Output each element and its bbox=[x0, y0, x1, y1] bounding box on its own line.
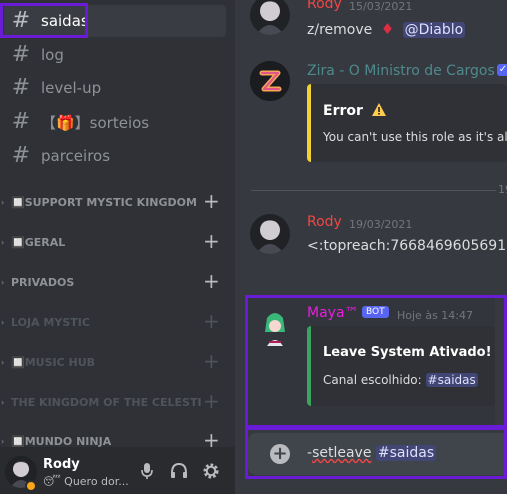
message-author[interactable]: Maya™ bbox=[307, 305, 359, 321]
add-channel-icon[interactable]: + bbox=[203, 231, 220, 251]
category-name: PRIVADOS bbox=[11, 275, 75, 289]
hash-icon: # bbox=[11, 143, 31, 168]
category-name: SUPPORT MYSTIC KINGDOM bbox=[24, 195, 197, 209]
add-channel-icon[interactable]: + bbox=[203, 271, 220, 291]
category-celestial[interactable]: › THE KINGDOM OF THE CELESTIAL... + bbox=[0, 391, 235, 412]
channel-name: 【🎁】sorteios bbox=[41, 113, 150, 132]
category-music-hub[interactable]: › 🔲MUSIC HUB + bbox=[0, 351, 235, 372]
channel-saidas[interactable]: # saidas bbox=[4, 5, 226, 37]
channel-mention[interactable]: #saidas bbox=[375, 445, 437, 461]
message-composer[interactable]: + -setleave #saidas bbox=[248, 433, 507, 475]
add-channel-icon[interactable]: + bbox=[203, 191, 220, 211]
chevron-right-icon: › bbox=[1, 397, 5, 407]
chevron-right-icon: › bbox=[1, 436, 5, 446]
chevron-right-icon: › bbox=[1, 237, 5, 247]
channel-sorteios[interactable]: # 【🎁】sorteios bbox=[4, 106, 226, 138]
chevron-right-icon: › bbox=[1, 317, 5, 327]
channel-level-up[interactable]: # level-up bbox=[4, 72, 226, 104]
chat-area: Rody 15/03/2021 z/remove ♦ @Diablo Zira … bbox=[235, 0, 507, 494]
channel-sidebar: # saidas # log # level-up # 【🎁】sorteios … bbox=[0, 0, 235, 494]
channel-name: saidas bbox=[41, 12, 89, 30]
error-embed: Error You can't use this role as it's al… bbox=[307, 84, 507, 162]
command-text: setleave bbox=[312, 445, 372, 461]
microphone-icon[interactable] bbox=[140, 462, 154, 480]
username: Rody bbox=[43, 457, 80, 472]
message-author[interactable]: Rody bbox=[307, 214, 342, 230]
message-author[interactable]: Rody bbox=[307, 0, 342, 12]
gear-icon[interactable] bbox=[202, 462, 220, 480]
custom-status: 😴 Quero dor... bbox=[43, 475, 129, 488]
hash-icon: # bbox=[11, 8, 31, 33]
hash-icon: # bbox=[11, 75, 31, 100]
embed-title: Error bbox=[323, 102, 387, 119]
chevron-right-icon: › bbox=[1, 357, 5, 367]
user-mention[interactable]: @Diablo bbox=[402, 22, 466, 38]
chevron-right-icon: › bbox=[1, 277, 5, 287]
sleep-emoji: 😴 bbox=[43, 475, 61, 488]
user-panel: Rody 😴 Quero dor... bbox=[0, 447, 235, 494]
add-channel-icon[interactable]: + bbox=[203, 391, 220, 411]
message-content: z/remove ♦ @Diablo bbox=[307, 20, 466, 38]
message-content: <:topreach:76684696056915 bbox=[307, 238, 507, 254]
channel-name: log bbox=[41, 46, 64, 64]
status-dot bbox=[25, 480, 37, 492]
category-name: LOJA MYSTIC bbox=[11, 315, 90, 329]
message-timestamp: Hoje às 14:47 bbox=[397, 309, 473, 322]
message-author[interactable]: Zira - O Ministro de Cargos bbox=[307, 63, 495, 79]
category-name: MUNDO NINJA bbox=[24, 434, 112, 448]
embed-description: You can't use this role as it's alre bbox=[323, 130, 507, 144]
avatar[interactable] bbox=[255, 308, 295, 348]
category-name: GERAL bbox=[24, 235, 66, 249]
hash-icon: # bbox=[11, 109, 31, 134]
attach-plus-icon[interactable]: + bbox=[270, 444, 290, 464]
channel-parceiros[interactable]: # parceiros bbox=[4, 140, 226, 172]
embed-color-bar bbox=[307, 84, 311, 162]
channel-log[interactable]: # log bbox=[4, 39, 226, 71]
headphones-icon[interactable] bbox=[170, 462, 188, 480]
avatar[interactable] bbox=[250, 61, 290, 101]
category-loja-mystic[interactable]: › LOJA MYSTIC + bbox=[0, 311, 235, 332]
warning-icon bbox=[371, 103, 386, 116]
avatar[interactable] bbox=[250, 214, 290, 254]
channel-name: level-up bbox=[41, 79, 102, 97]
channel-name: parceiros bbox=[41, 147, 111, 165]
add-channel-icon[interactable]: + bbox=[203, 351, 220, 371]
verified-check-icon: ✓ bbox=[497, 64, 507, 76]
date-divider bbox=[251, 190, 496, 191]
embed-title: Leave System Ativado! bbox=[323, 345, 492, 360]
category-privados[interactable]: › PRIVADOS + bbox=[0, 271, 235, 292]
message-timestamp: 15/03/2021 bbox=[349, 0, 413, 13]
red-diamond-icon: ♦ bbox=[380, 20, 395, 38]
add-channel-icon[interactable]: + bbox=[203, 311, 220, 331]
embed-description: Canal escolhido: #saidas bbox=[323, 373, 478, 387]
message-timestamp: 19/03/2021 bbox=[349, 218, 413, 231]
success-embed: Leave System Ativado! Canal escolhido: #… bbox=[307, 326, 495, 406]
bot-badge: BOT bbox=[362, 306, 389, 318]
date-divider-label: 19 bbox=[498, 183, 507, 196]
category-support[interactable]: › 🔲SUPPORT MYSTIC KINGDOM + bbox=[0, 191, 235, 212]
category-name: MUSIC HUB bbox=[24, 355, 96, 369]
composer-text[interactable]: -setleave #saidas bbox=[307, 445, 437, 461]
avatar[interactable] bbox=[250, 0, 290, 35]
hash-icon: # bbox=[11, 42, 31, 67]
channel-mention[interactable]: #saidas bbox=[425, 373, 478, 387]
category-geral[interactable]: › 🔲GERAL + bbox=[0, 231, 235, 252]
category-name: THE KINGDOM OF THE CELESTIAL... bbox=[11, 395, 201, 409]
chevron-right-icon: › bbox=[1, 197, 5, 207]
embed-color-bar bbox=[307, 326, 311, 406]
